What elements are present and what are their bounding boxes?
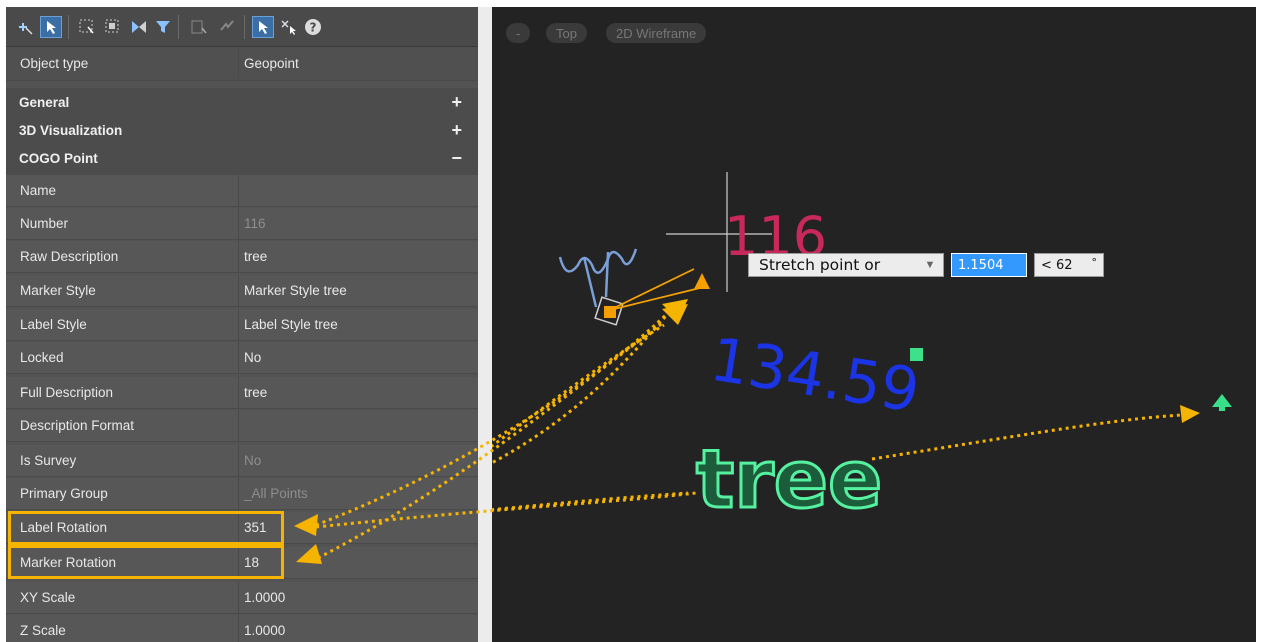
property-key: Locked (20, 350, 64, 365)
property-row-name[interactable]: Name (6, 175, 478, 207)
property-key: Label Style (20, 317, 87, 332)
property-row-locked[interactable]: Locked No (6, 342, 478, 374)
object-list-icon[interactable] (188, 16, 210, 38)
angle-mark: ° (1091, 256, 1098, 269)
property-row-label-style[interactable]: Label Style Label Style tree (6, 309, 478, 341)
property-value[interactable] (244, 410, 478, 441)
panel-splitter[interactable] (478, 7, 492, 642)
select-cursor-icon[interactable] (252, 16, 274, 38)
property-row-xy-scale[interactable]: XY Scale 1.0000 (6, 582, 478, 614)
property-row-primary-group[interactable]: Primary Group _All Points (6, 478, 478, 510)
property-row-description-format[interactable]: Description Format (6, 410, 478, 442)
property-key: XY Scale (20, 590, 76, 605)
property-key: Full Description (20, 385, 114, 400)
arrow-description-to-point (871, 413, 1183, 461)
property-row-z-scale[interactable]: Z Scale 1.0000 (6, 615, 478, 642)
elevation-grip (910, 348, 923, 361)
property-row-marker-style[interactable]: Marker Style Marker Style tree (6, 275, 478, 307)
help-icon[interactable]: ? (302, 16, 324, 38)
drawing-viewport[interactable]: - Top 2D Wireframe 116 134.59 tree Stret… (492, 7, 1256, 642)
label-rotation-grip (694, 273, 710, 289)
category-cogo-point-label: COGO Point (19, 150, 98, 166)
add-selection-icon[interactable] (14, 16, 36, 38)
property-value[interactable]: Label Style tree (244, 309, 478, 340)
category-general-label: General (19, 94, 70, 110)
property-row-number[interactable]: Number 116 (6, 208, 478, 240)
property-value: 116 (244, 216, 266, 231)
object-type-value[interactable]: Geopoint (244, 47, 478, 80)
object-type-key: Object type (20, 56, 89, 71)
expand-icon[interactable]: + (451, 116, 462, 144)
properties-toolbar: ? (6, 7, 478, 47)
filter-icon[interactable] (152, 16, 174, 38)
property-key: Name (20, 183, 57, 198)
arrow-label-rotation-to-description (492, 491, 689, 512)
prompt-label: Stretch point or (759, 256, 881, 274)
svg-text:?: ? (310, 21, 317, 35)
arrow-marker-rotation-to-marker (492, 323, 665, 448)
property-value[interactable] (244, 175, 478, 206)
property-key: Marker Style (20, 283, 96, 298)
angle-value: < 62 (1041, 257, 1073, 273)
property-row-full-description[interactable]: Full Description tree (6, 377, 478, 409)
object-type-row: Object type Geopoint (6, 47, 478, 81)
deselect-icon[interactable] (278, 16, 300, 38)
property-value[interactable]: No (244, 342, 478, 373)
command-prompt[interactable]: Stretch point or ▼ (748, 253, 944, 277)
category-3d-visualization[interactable]: 3D Visualization + (6, 116, 478, 144)
rotation-line-1 (609, 268, 695, 311)
property-key: Z Scale (20, 623, 66, 638)
collapse-icon[interactable]: − (451, 144, 462, 172)
quick-select-icon[interactable] (76, 16, 98, 38)
property-value: No (244, 453, 262, 468)
expand-icon[interactable]: + (451, 88, 462, 116)
label-rotation-highlight (8, 511, 284, 545)
select-similar-icon[interactable] (102, 16, 124, 38)
property-key: Is Survey (20, 453, 77, 468)
elevation-label: 134.59 (706, 325, 924, 427)
property-key: Raw Description (20, 249, 119, 264)
property-key: Number (20, 216, 69, 231)
property-row-raw-description[interactable]: Raw Description tree (6, 241, 478, 273)
arrow-label-rotation-to-label (492, 308, 674, 465)
category-general[interactable]: General + (6, 88, 478, 116)
angle-input[interactable]: < 62 ° (1034, 253, 1104, 277)
category-3d-visualization-label: 3D Visualization (19, 122, 123, 138)
property-value: _All Points (244, 486, 308, 501)
description-label: tree (696, 433, 882, 526)
properties-panel: ? Object type Geopoint General + 3D Visu… (6, 7, 478, 642)
drawing-canvas: 116 134.59 tree (492, 172, 1232, 528)
property-value[interactable]: tree (244, 241, 478, 272)
distance-input[interactable]: 1.1504 (951, 253, 1027, 277)
select-objects-icon[interactable] (40, 16, 62, 38)
property-value[interactable]: 1.0000 (244, 582, 478, 613)
marker-rotation-highlight (8, 545, 284, 579)
category-cogo-point[interactable]: COGO Point − (6, 144, 478, 172)
property-value[interactable]: 1.0000 (244, 615, 478, 642)
tree-marker-icon (558, 248, 638, 326)
property-key: Primary Group (20, 486, 108, 501)
toggle-pickadd-icon[interactable] (128, 16, 150, 38)
property-value[interactable]: tree (244, 377, 478, 408)
edit-icon[interactable] (216, 16, 238, 38)
property-row-is-survey[interactable]: Is Survey No (6, 445, 478, 477)
property-value[interactable]: Marker Style tree (244, 275, 478, 306)
rotation-line-2 (609, 286, 705, 311)
chevron-down-icon[interactable]: ▼ (921, 256, 939, 274)
property-key: Description Format (20, 418, 135, 433)
